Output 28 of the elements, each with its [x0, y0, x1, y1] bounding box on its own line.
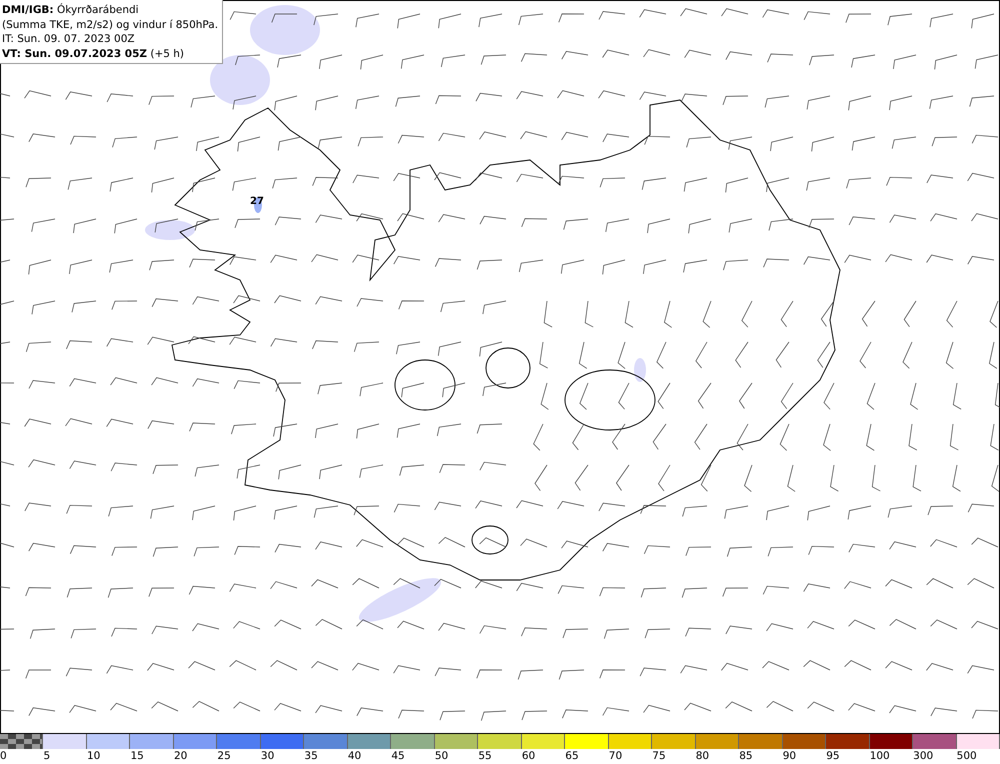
legend-label: 90: [782, 749, 796, 763]
legend-label: 55: [478, 749, 492, 763]
legend-label: 15: [130, 749, 144, 763]
legend-label: 30: [260, 749, 274, 763]
title-text: DMI/IGB: Ókyrrðarábendi: [2, 3, 140, 18]
legend-label: 25: [217, 749, 231, 763]
legend-swatch: [0, 734, 44, 749]
legend-label: 65: [565, 749, 579, 763]
legend-label: 85: [739, 749, 753, 763]
legend-label: 500: [956, 749, 977, 763]
legend-label: 95: [826, 749, 840, 763]
legend-label: 70: [608, 749, 622, 763]
legend-label: 10: [86, 749, 100, 763]
legend-label: 40: [348, 749, 362, 763]
title-text: VT: Sun. 09.07.2023 05Z (+5 h): [2, 46, 186, 61]
legend-label: 80: [696, 749, 710, 763]
legend-label: 35: [304, 749, 318, 763]
legend-label: 20: [174, 749, 188, 763]
legend-label: 300: [913, 749, 934, 763]
legend-label: 100: [870, 749, 890, 763]
title-text: (Summa TKE, m2/s2) og vindur í 850hPa.: [2, 18, 218, 32]
legend-label: 5: [43, 749, 50, 763]
legend-label: 45: [391, 749, 405, 763]
legend-label: 60: [522, 749, 536, 763]
legend-label: 75: [652, 749, 666, 763]
legend-label: 50: [434, 749, 448, 763]
title-text: IT: Sun. 09. 07. 2023 00Z: [2, 32, 136, 46]
legend-label: 0: [0, 749, 7, 763]
